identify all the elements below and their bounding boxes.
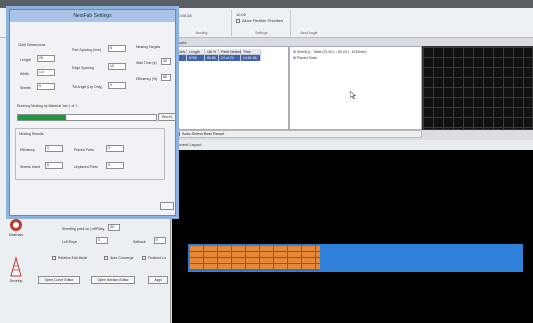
sheeting-label: Sheeting point on LuffPillay bbox=[62, 227, 105, 231]
edge-spacing-input[interactable]: 10 bbox=[108, 63, 126, 70]
setback-input[interactable]: 0 bbox=[154, 237, 166, 244]
ribbon-group-nest-angle: Nest Angle bbox=[292, 10, 326, 36]
unplaced-parts-label: Unplaced Parts bbox=[74, 165, 98, 169]
checkbox-box[interactable] bbox=[176, 131, 180, 136]
run-nesting-button[interactable]: Run N bbox=[158, 113, 176, 121]
cloth-dimensions-label: Cloth Dimensions bbox=[18, 43, 46, 47]
layout-canvas[interactable] bbox=[172, 150, 533, 323]
tree-item-sheet[interactable]: ⊞ Sheet(1) : Table (21.50 L / 80.03 L, 6… bbox=[293, 50, 367, 54]
placed-parts-value: 0 bbox=[106, 145, 124, 152]
develop-icon bbox=[10, 256, 22, 277]
relative-edit-checkbox[interactable]: Relative Edit Mode bbox=[52, 256, 88, 261]
dialog-title: NestFab Settings bbox=[10, 10, 175, 22]
progress-fill bbox=[18, 115, 67, 120]
cloth-sheet[interactable] bbox=[188, 244, 523, 272]
ribbon-counter: 00:00:28 bbox=[176, 13, 192, 18]
apply-button[interactable]: Appl bbox=[148, 276, 168, 284]
table-cell: 1 bbox=[175, 55, 187, 61]
checkbox-label: Finished Lu bbox=[148, 256, 167, 260]
ribbon-group-label: Nesting bbox=[195, 31, 208, 35]
sheeting-input[interactable]: 30 bbox=[108, 224, 120, 231]
luff-rope-input[interactable]: 0 bbox=[96, 237, 108, 244]
finished-luff-checkbox[interactable]: Finished Lu bbox=[142, 256, 167, 261]
width-input[interactable]: 1.4 bbox=[37, 69, 55, 76]
efficiency-target-input[interactable]: 80 bbox=[161, 74, 171, 81]
column-header[interactable]: Util.% bbox=[205, 49, 219, 54]
checkbox-label: Relative Edit Mode bbox=[58, 256, 88, 260]
edge-spacing-label: Edge Spacing bbox=[72, 66, 94, 70]
column-header[interactable]: Time bbox=[241, 49, 261, 54]
column-header[interactable]: Parts Nested bbox=[219, 49, 241, 54]
wait-time-label: Wait Time (s) bbox=[136, 61, 157, 65]
length-label: Length bbox=[20, 58, 31, 62]
sheet-tree-view: ⊞ Sheet(1) : Table (21.50 L / 80.03 L, 6… bbox=[289, 46, 422, 130]
efficiency-result-label: Efficiency bbox=[20, 148, 35, 152]
sheets-used-value: 0 bbox=[45, 162, 63, 169]
tree-item-label: Sheet(1) : Table (21.50 L / 80.03 L, 676… bbox=[296, 50, 367, 54]
open-section-editor-button[interactable]: Open Section Editor bbox=[91, 276, 135, 284]
preview-grid-panel bbox=[422, 46, 533, 130]
ribbon-group-label: Settings bbox=[255, 31, 268, 35]
results-table: Parts Length Util.% Parts Nested Time 1 … bbox=[172, 46, 289, 130]
checkbox-label: Allow Flexible Priorities bbox=[242, 18, 284, 23]
materials-tool[interactable]: Materials bbox=[6, 218, 26, 237]
part-spacing-input[interactable]: 5 bbox=[108, 45, 126, 52]
placed-parts-label: Placed Parts bbox=[74, 148, 94, 152]
tree-item-label: Placed Parts bbox=[296, 56, 317, 60]
develop-label: Develop bbox=[9, 279, 23, 283]
table-cell: 80.83 bbox=[205, 55, 219, 61]
sheets-input[interactable]: 5 bbox=[37, 83, 55, 90]
wait-time-input[interactable]: 30 bbox=[161, 58, 171, 65]
column-header[interactable]: Length bbox=[187, 49, 205, 54]
efficiency-result-value: 0 bbox=[45, 145, 63, 152]
materials-label: Materials bbox=[8, 233, 24, 237]
checkbox-box[interactable] bbox=[52, 256, 56, 261]
auto-select-checkbox[interactable]: Auto-Select Best Result bbox=[172, 130, 422, 138]
table-cell: 6760 bbox=[187, 55, 205, 61]
checkbox-label: Auto-Converge bbox=[110, 256, 134, 260]
ribbon-value: 10.00 bbox=[236, 12, 247, 17]
ribbon-group-settings: 10.00 Allow Flexible Priorities Settings bbox=[233, 10, 291, 36]
ribbon-group-label: Nest Angle bbox=[300, 31, 318, 35]
allow-flexible-checkbox[interactable]: Allow Flexible Priorities bbox=[236, 18, 283, 23]
setback-label: Setback bbox=[133, 240, 146, 244]
tree-item-placed-parts[interactable]: ⊞ Placed Parts bbox=[293, 56, 317, 60]
nesting-targets-label: Nesting Targets bbox=[136, 45, 161, 49]
sheets-used-label: Sheets Used bbox=[20, 165, 41, 169]
table-cell: 24 of 24 bbox=[219, 55, 241, 61]
nesting-results-label: Nesting Results bbox=[19, 132, 44, 136]
develop-tool[interactable]: Develop bbox=[6, 256, 26, 283]
table-cell: 14:51:36 bbox=[241, 55, 261, 61]
column-header[interactable]: Parts bbox=[175, 49, 187, 54]
luff-rope-label: Luff Rope bbox=[62, 240, 78, 244]
dialog-corner-button[interactable] bbox=[160, 202, 174, 210]
part-spacing-label: Part Spacing (mm) bbox=[72, 48, 102, 52]
checkbox-box[interactable] bbox=[236, 18, 240, 23]
ribbon-group-nesting: 00:00:28 Nesting bbox=[172, 10, 232, 36]
checkbox-box[interactable] bbox=[104, 256, 108, 261]
open-curve-editor-button[interactable]: Open Curve Editor bbox=[38, 276, 80, 284]
preview-grid bbox=[423, 47, 532, 129]
window-top-bar bbox=[0, 0, 533, 8]
width-label: Width bbox=[20, 72, 29, 76]
efficiency-target-label: Efficiency (%) bbox=[136, 77, 158, 81]
materials-icon bbox=[10, 219, 22, 231]
current-layout-label: Current Layout bbox=[172, 140, 533, 150]
sheets-label: Sheets bbox=[20, 86, 31, 90]
length-input[interactable]: 25 bbox=[37, 55, 55, 62]
checkbox-box[interactable] bbox=[142, 256, 146, 261]
mouse-cursor-icon bbox=[350, 91, 356, 99]
tilt-angle-label: Tilt Angle (Lip Only) bbox=[72, 85, 103, 89]
checkbox-label: Auto-Select Best Result bbox=[182, 131, 225, 136]
nesting-progress-bar bbox=[17, 114, 157, 121]
auto-converge-checkbox[interactable]: Auto-Converge bbox=[104, 256, 134, 261]
tilt-angle-input[interactable]: 0 bbox=[108, 82, 126, 89]
nestfab-settings-dialog: NestFab Settings Cloth Dimensions Length… bbox=[9, 9, 176, 216]
table-row[interactable]: 1 6760 80.83 24 of 24 14:51:36 bbox=[175, 55, 261, 61]
nested-parts[interactable] bbox=[190, 246, 320, 270]
running-status-label: Running Nesting by Material Job 1 of 1 bbox=[17, 104, 78, 108]
unplaced-parts-value: 0 bbox=[106, 162, 124, 169]
